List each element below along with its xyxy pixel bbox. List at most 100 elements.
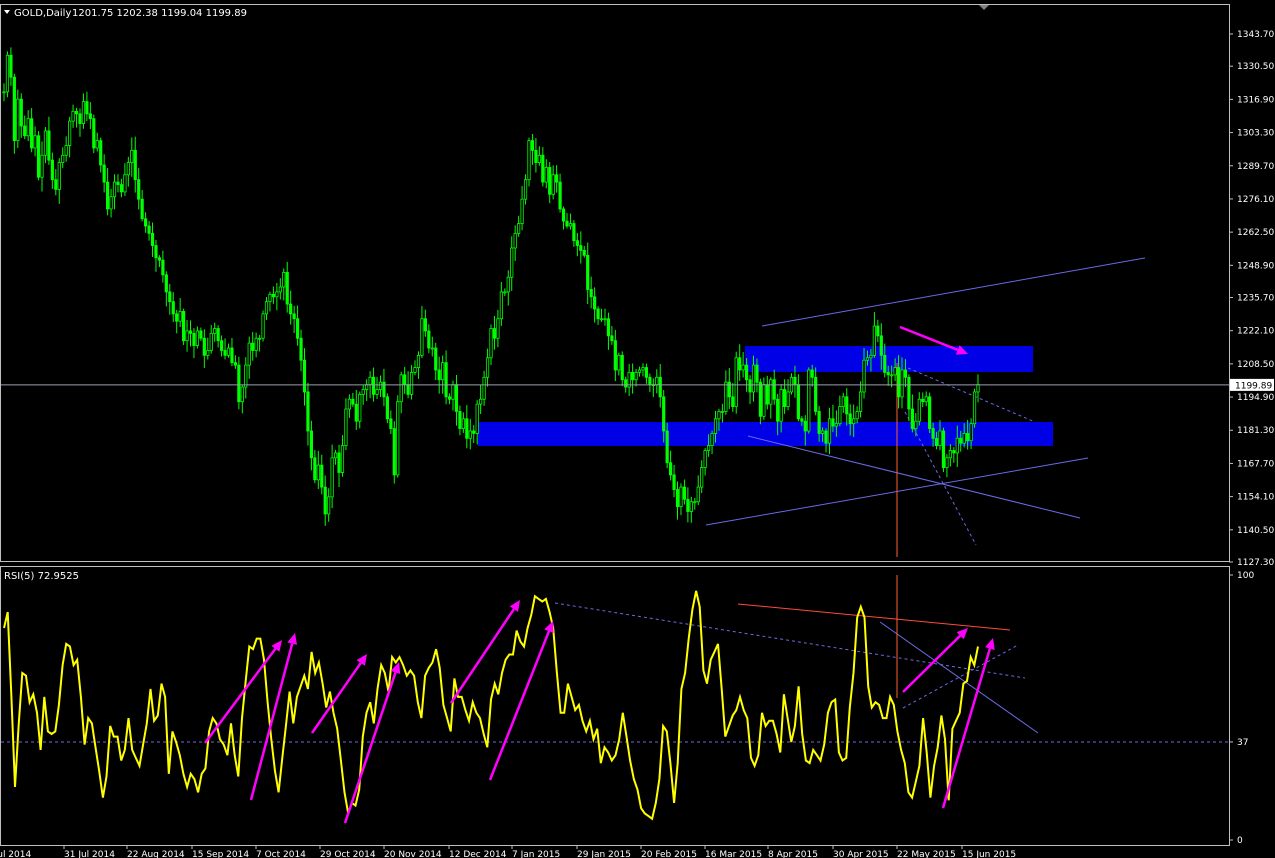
- price-tick-label: 1316.90: [1237, 95, 1274, 105]
- candle-body: [931, 428, 935, 439]
- candle-body: [679, 486, 683, 508]
- candle-body: [814, 376, 818, 412]
- candle-body: [634, 372, 638, 381]
- candle-body: [523, 179, 528, 200]
- candle-body: [389, 418, 393, 429]
- candle-body: [772, 379, 776, 400]
- candle-body: [9, 54, 13, 78]
- candle-body: [489, 328, 493, 359]
- candle-body: [175, 313, 179, 322]
- candle-body: [57, 162, 61, 190]
- candle-body: [257, 337, 262, 340]
- candle-body: [465, 418, 469, 439]
- price-tick-label: 1262.50: [1237, 228, 1274, 238]
- candle-body: [430, 347, 434, 350]
- candle-body: [406, 384, 410, 395]
- price-tick-label: 1140.50: [1237, 526, 1274, 536]
- candle-body: [548, 167, 552, 195]
- candle-body: [914, 420, 918, 429]
- x-tick-label: 30 Apr 2015: [833, 850, 889, 858]
- candle-body: [921, 398, 925, 403]
- candle-body: [295, 318, 300, 339]
- candle-body: [641, 367, 645, 371]
- gold-daily-chart[interactable]: 1199.89 1343.70 1330.50 1316.90 1303.30 1289…: [0, 0, 1275, 858]
- candle-body: [934, 437, 939, 447]
- candle-body: [731, 396, 735, 407]
- x-tick-label: 7 Jan 2015: [512, 850, 560, 858]
- candle-body: [264, 301, 269, 315]
- candle-body: [579, 245, 583, 251]
- candle-body: [810, 369, 814, 378]
- candle-body: [952, 450, 956, 454]
- candle-body: [40, 154, 44, 178]
- candle-body: [807, 369, 811, 432]
- candle-body: [496, 318, 500, 339]
- candle-body: [423, 318, 427, 332]
- candle-body: [226, 347, 231, 356]
- candle-body: [599, 318, 604, 321]
- candle-body: [710, 433, 714, 447]
- price-tick-label: 1276.10: [1237, 195, 1274, 205]
- rsi-arrow: [449, 600, 520, 704]
- candle-body: [672, 474, 676, 490]
- candle-body: [838, 406, 842, 425]
- candle-body: [413, 367, 417, 373]
- scroll-marker-icon[interactable]: [979, 5, 989, 10]
- header-dropdown-icon[interactable]: [4, 10, 10, 14]
- candle-body: [962, 433, 966, 444]
- ohlc-header: 1201.75 1202.38 1199.04 1199.89: [72, 8, 247, 19]
- candle-body: [416, 354, 421, 368]
- candle-body: [555, 174, 559, 183]
- candle-body: [620, 354, 624, 381]
- candle-body: [36, 135, 41, 178]
- candle-body: [492, 328, 497, 339]
- candle-body: [613, 340, 617, 371]
- price-tick-label: 1167.70: [1237, 459, 1274, 469]
- candle-body: [61, 154, 65, 163]
- x-tick-label: 1 Jul 2014: [0, 850, 31, 858]
- candle-body: [966, 433, 970, 442]
- candle-body: [741, 364, 745, 371]
- candle-body: [202, 337, 206, 356]
- candle-body: [441, 362, 445, 381]
- candle-body: [506, 276, 510, 293]
- candle-body: [482, 376, 486, 400]
- candle-body: [596, 308, 600, 320]
- x-tick-label: 8 Apr 2015: [768, 850, 818, 858]
- candle-body: [848, 413, 852, 425]
- candle-body: [696, 486, 700, 503]
- candle-body: [33, 135, 37, 149]
- candle-body: [378, 381, 383, 390]
- candle-body: [717, 411, 721, 420]
- resistance-zone[interactable]: [745, 346, 1033, 372]
- candle-body: [444, 362, 448, 398]
- candle-body: [247, 342, 251, 366]
- candle-body: [313, 457, 317, 481]
- candle-body: [845, 396, 849, 415]
- candle-body: [769, 379, 773, 405]
- candle-body: [50, 159, 54, 181]
- candle-body: [5, 54, 10, 93]
- candle-body: [485, 357, 490, 378]
- candle-body: [271, 293, 276, 298]
- candle-body: [503, 291, 507, 294]
- candle-body: [230, 347, 234, 364]
- candle-body: [74, 110, 79, 115]
- x-tick-label: 20 Feb 2015: [641, 850, 697, 858]
- candle-body: [827, 418, 832, 444]
- candle-body: [330, 457, 334, 498]
- candle-body: [458, 411, 462, 429]
- candle-body: [738, 357, 742, 371]
- candle-body: [686, 498, 690, 512]
- candle-body: [703, 450, 707, 468]
- candle-body: [144, 218, 148, 227]
- candle-body: [454, 384, 459, 412]
- symbol-header: GOLD,Daily: [14, 8, 71, 19]
- candle-body: [427, 330, 431, 349]
- candle-body: [43, 130, 48, 156]
- candle-body: [106, 181, 110, 210]
- candle-body: [820, 430, 825, 434]
- candle-body: [748, 379, 752, 393]
- price-trendlines[interactable]: [705, 257, 1146, 557]
- candle-body: [119, 184, 124, 193]
